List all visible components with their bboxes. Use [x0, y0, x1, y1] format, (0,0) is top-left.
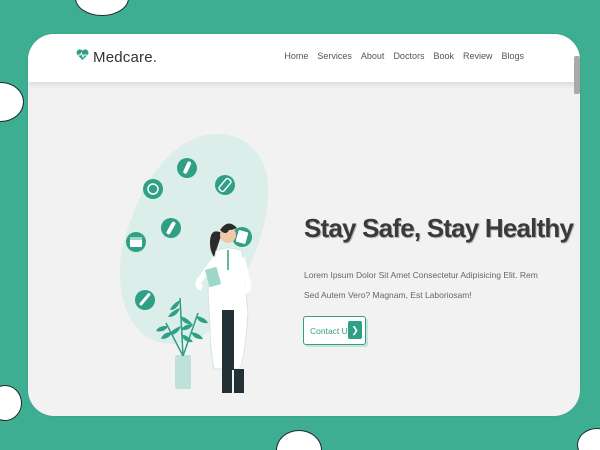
decor-blob: [0, 82, 24, 122]
scrollbar[interactable]: [574, 56, 580, 94]
thermometer-icon: [161, 218, 181, 238]
brand-logo[interactable]: Medcare.: [76, 48, 157, 66]
heart-pulse-icon: [76, 48, 89, 66]
nav-link-home[interactable]: Home: [284, 51, 308, 61]
decor-blob: [0, 385, 22, 421]
nav-link-about[interactable]: About: [361, 51, 385, 61]
contact-us-label: Contact Us: [310, 325, 353, 336]
decor-blob: [276, 430, 322, 450]
brand-name: Medcare.: [93, 48, 158, 66]
nav-link-doctors[interactable]: Doctors: [393, 51, 424, 61]
bandage-icon: [215, 175, 235, 195]
contact-us-button[interactable]: Contact Us ❯: [303, 316, 366, 345]
calendar-icon: [126, 232, 146, 252]
syringe-icon: [135, 290, 155, 310]
browser-frame: Medcare. Home Services About Doctors Boo…: [28, 34, 580, 416]
doctor-illustration: [119, 133, 268, 393]
navbar: Medcare. Home Services About Doctors Boo…: [28, 34, 580, 94]
hero-title: Stay Safe, Stay Healthy: [304, 213, 574, 243]
nav-link-blogs[interactable]: Blogs: [501, 51, 524, 61]
nav-link-book[interactable]: Book: [433, 51, 454, 61]
target-icon: [143, 179, 163, 199]
pill-icon: [177, 158, 197, 178]
nav-link-review[interactable]: Review: [463, 51, 493, 61]
decor-blob: [75, 0, 129, 16]
nav-menu: Home Services About Doctors Book Review …: [284, 51, 524, 61]
hero-text: Lorem Ipsum Dolor Sit Amet Consectetur A…: [304, 270, 538, 300]
nav-link-services[interactable]: Services: [317, 51, 352, 61]
decor-blob: [577, 428, 600, 450]
chevron-right-icon: ❯: [348, 321, 362, 339]
